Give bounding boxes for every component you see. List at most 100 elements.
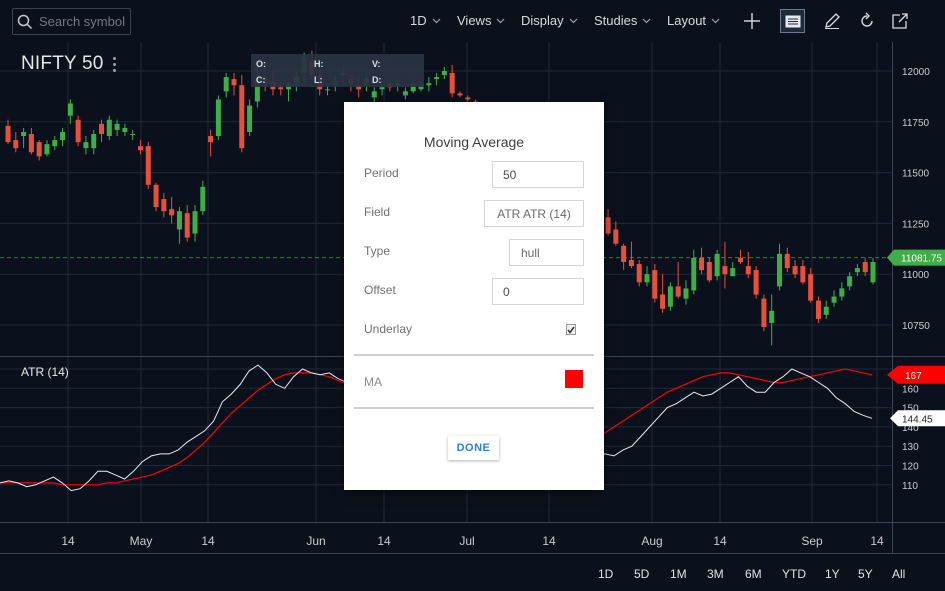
- crosshair-button[interactable]: [741, 10, 763, 32]
- candle-body: [208, 136, 214, 143]
- range-all-button[interactable]: All: [892, 567, 905, 581]
- display-dropdown[interactable]: Display: [521, 13, 578, 28]
- candle-body: [67, 103, 73, 116]
- table-icon: [785, 15, 800, 27]
- candle-body: [675, 286, 681, 297]
- candle-body: [691, 257, 697, 291]
- candle-body: [652, 270, 658, 299]
- time-tick-label: Jun: [306, 534, 325, 548]
- candle-body: [660, 294, 666, 309]
- divider: [354, 407, 594, 409]
- studies-dropdown[interactable]: Studies: [594, 13, 651, 28]
- candle-body: [769, 310, 775, 323]
- done-button[interactable]: DONE: [448, 436, 499, 460]
- type-label: Type: [364, 244, 391, 258]
- dialog-title: Moving Average: [423, 134, 525, 150]
- candle-body: [161, 199, 167, 212]
- candle-body: [628, 259, 634, 267]
- chevron-down-icon: [642, 18, 651, 23]
- chevron-down-icon: [497, 18, 505, 23]
- time-tick-label: Sep: [801, 534, 823, 548]
- draw-tool-button[interactable]: [821, 10, 843, 32]
- atr-tick-label: 160: [902, 384, 919, 395]
- price-tick-label: 11250: [902, 219, 930, 230]
- candle-body: [831, 296, 837, 303]
- symbol-search-box[interactable]: [12, 8, 131, 35]
- interval-label: 1D: [410, 13, 427, 28]
- ma-color-swatch[interactable]: [565, 370, 583, 388]
- underlay-label: Underlay: [364, 322, 413, 336]
- chevron-down-icon: [569, 18, 578, 23]
- atr-value-label: 144.45: [902, 414, 933, 425]
- ohlc-readout: O: H: V: C: L: D:: [251, 54, 424, 87]
- candle-body: [169, 209, 175, 216]
- candle-body: [153, 184, 159, 208]
- candle-body: [379, 87, 385, 90]
- candle-body: [184, 213, 190, 238]
- views-label: Views: [457, 13, 492, 28]
- price-tick-label: 11500: [902, 169, 930, 180]
- price-tick-label: 12000: [902, 67, 930, 78]
- candle-body: [605, 217, 611, 234]
- underlay-checkbox[interactable]: [566, 324, 576, 335]
- candle-body: [247, 105, 253, 132]
- candle-body: [699, 257, 705, 271]
- views-dropdown[interactable]: Views: [457, 13, 505, 28]
- candle-body: [145, 146, 151, 185]
- search-input[interactable]: [39, 14, 131, 29]
- atr-study-label[interactable]: ATR (14): [21, 365, 69, 379]
- reset-button[interactable]: [856, 10, 878, 32]
- plus-icon: [744, 13, 760, 29]
- offset-input[interactable]: [492, 278, 584, 305]
- candle-body: [839, 288, 845, 297]
- range-5d-button[interactable]: 5D: [634, 567, 649, 581]
- refresh-icon: [861, 12, 873, 27]
- range-1y-button[interactable]: 1Y: [825, 567, 840, 581]
- symbol-menu-icon[interactable]: [112, 57, 118, 73]
- candle-body: [449, 73, 455, 94]
- candle-body: [21, 131, 27, 137]
- offset-label: Offset: [364, 283, 396, 297]
- price-tick-label: 11000: [902, 270, 930, 281]
- volume-label: V:: [372, 59, 381, 69]
- share-button[interactable]: [889, 10, 911, 32]
- range-1d-button[interactable]: 1D: [598, 567, 613, 581]
- atr-tick-label: 110: [902, 481, 918, 492]
- candle-body: [114, 123, 120, 130]
- ma-color-label: MA: [364, 375, 382, 389]
- range-ytd-button[interactable]: YTD: [782, 567, 806, 581]
- candle-body: [792, 266, 798, 275]
- candle-body: [36, 142, 42, 157]
- candle-body: [667, 286, 673, 307]
- chevron-down-icon: [711, 18, 720, 23]
- range-1m-button[interactable]: 1M: [670, 567, 687, 581]
- time-tick-label: Jul: [459, 534, 474, 548]
- type-select[interactable]: hull: [509, 239, 584, 266]
- range-5y-button[interactable]: 5Y: [858, 567, 873, 581]
- candle-body: [862, 262, 868, 273]
- current-price-label: 11081.75: [901, 254, 942, 265]
- table-view-button[interactable]: [780, 9, 805, 33]
- range-3m-button[interactable]: 3M: [707, 567, 724, 581]
- candle-body: [99, 123, 105, 134]
- candle-body: [122, 127, 128, 132]
- time-tick-label: 14: [870, 534, 884, 548]
- candle-body: [870, 262, 876, 283]
- candle-body: [371, 91, 377, 98]
- range-6m-button[interactable]: 6M: [745, 567, 762, 581]
- candle-body: [28, 133, 34, 153]
- candle-body: [426, 83, 432, 86]
- chevron-down-icon: [432, 18, 441, 23]
- candle-body: [854, 268, 860, 273]
- candle-body: [434, 77, 440, 80]
- candle-body: [52, 140, 58, 147]
- interval-dropdown[interactable]: 1D: [410, 13, 441, 28]
- period-label: Period: [364, 166, 399, 180]
- candle-body: [706, 262, 712, 281]
- high-label: H:: [314, 59, 324, 69]
- layout-dropdown[interactable]: Layout: [667, 13, 720, 28]
- period-input[interactable]: [492, 161, 584, 188]
- candle-body: [823, 306, 829, 315]
- time-tick-label: Aug: [641, 534, 662, 548]
- field-select[interactable]: ATR ATR (14): [484, 200, 584, 227]
